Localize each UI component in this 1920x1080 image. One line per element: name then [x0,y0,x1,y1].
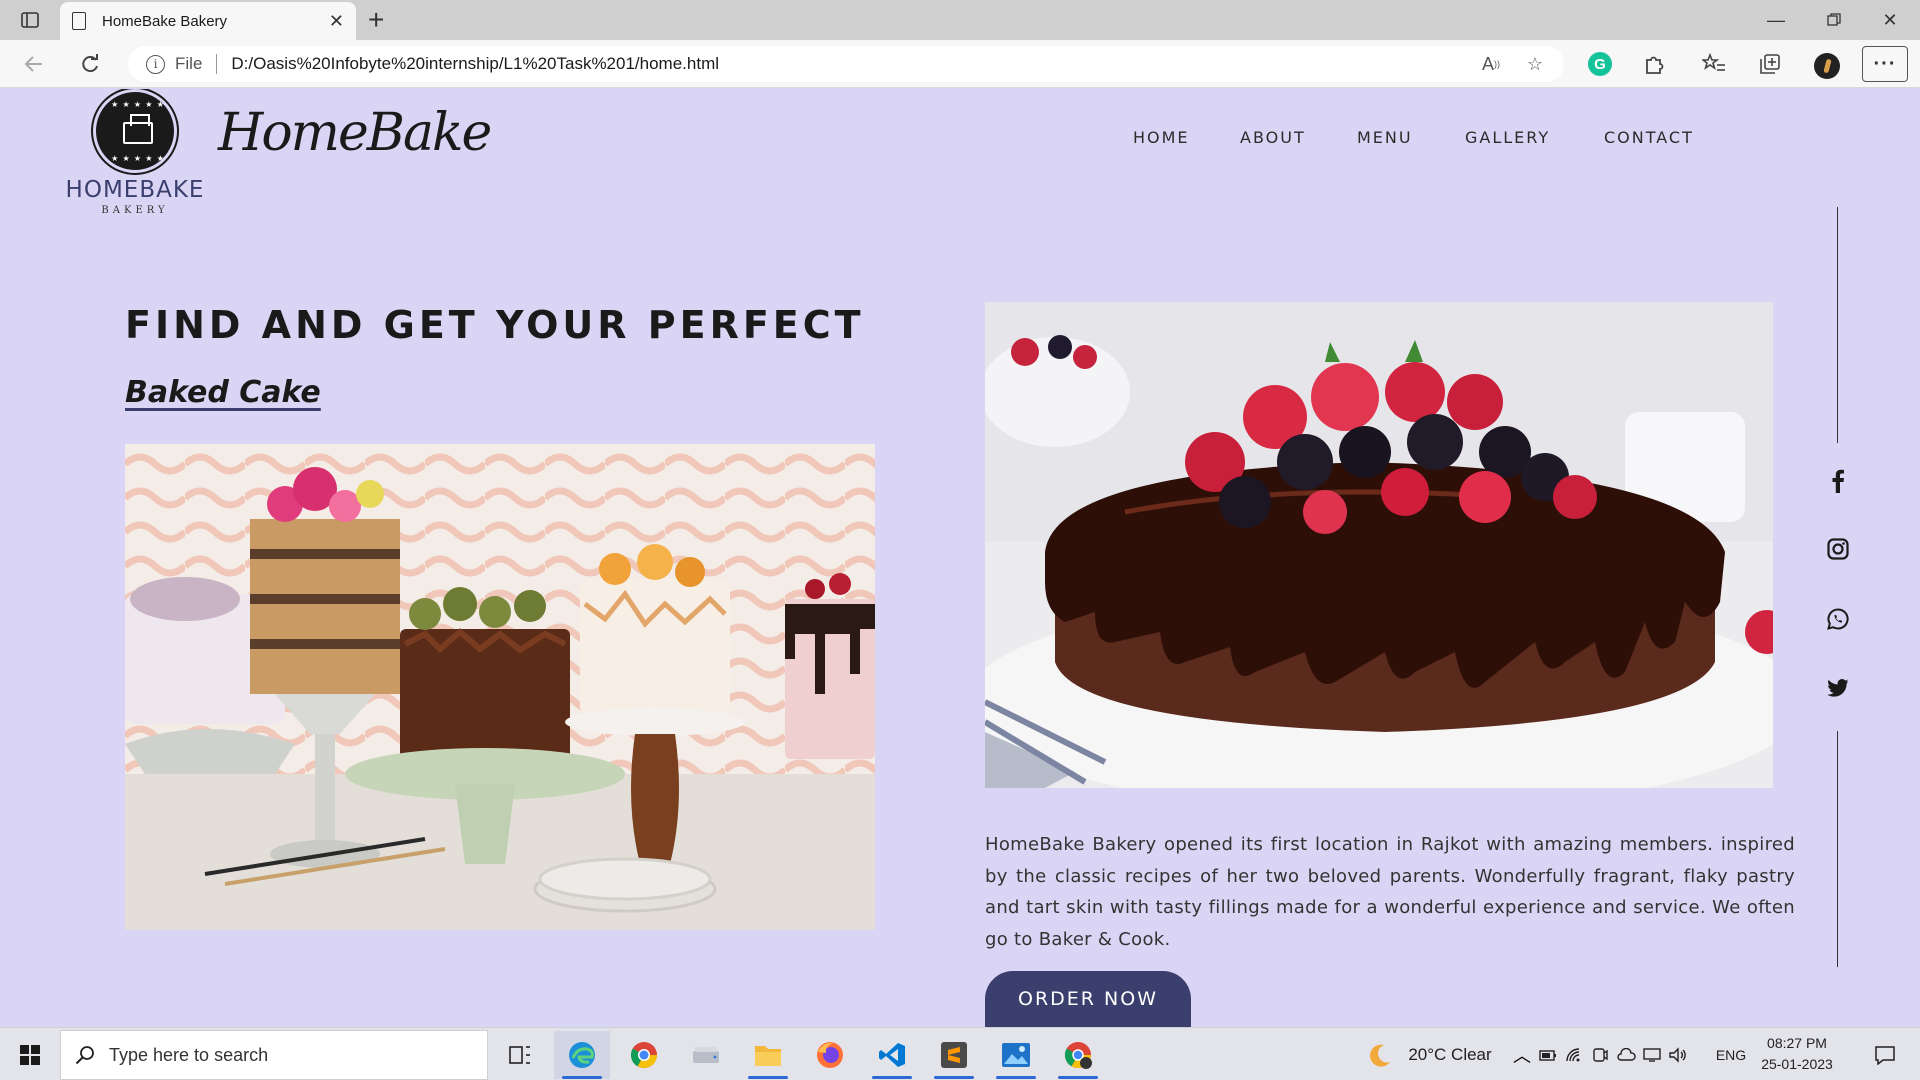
sublime-text-icon [941,1042,967,1068]
nav-menu[interactable]: MENU [1357,128,1413,147]
grammarly-extension-icon[interactable]: G [1588,52,1612,76]
favorites-button[interactable] [1696,48,1732,80]
facebook-icon[interactable] [1820,463,1856,499]
chevron-up-icon[interactable]: ︿ [1510,1028,1534,1080]
task-view-button[interactable] [492,1031,548,1079]
taskbar-photos[interactable] [988,1031,1044,1079]
display-icon[interactable] [1640,1028,1664,1080]
extensions-button[interactable] [1636,48,1672,80]
restore-icon [1827,13,1841,26]
notification-center-button[interactable] [1864,1028,1906,1080]
page-content: ★ ★ ★ ★ ★ ★ ★ ★ ★ ★ HOMEBAKE BAKERY Home… [0,89,1920,1027]
logo-tagline: BAKERY [101,205,169,216]
nav-home[interactable]: HOME [1133,128,1190,147]
cakes-display-image [125,444,875,930]
browser-toolbar: i File D:/Oasis%20Infobyte%20internship/… [0,40,1920,88]
taskbar-edge[interactable] [554,1031,610,1079]
profile-avatar[interactable] [1814,53,1840,79]
volume-icon[interactable] [1666,1028,1690,1080]
language-indicator[interactable]: ENG [1712,1028,1750,1080]
social-divider-bottom [1837,731,1838,967]
url-text[interactable]: D:/Oasis%20Infobyte%20internship/L1%20Ta… [231,54,1476,74]
address-bar[interactable]: i File D:/Oasis%20Infobyte%20internship/… [128,46,1564,82]
weather-text[interactable]: 20°C Clear [1402,1028,1498,1080]
refresh-icon [82,54,98,73]
clock-time: 08:27 PM [1767,1035,1827,1051]
taskbar-vscode[interactable] [864,1031,920,1079]
search-icon [75,1046,94,1065]
tab-title: HomeBake Bakery [102,12,228,30]
about-description: HomeBake Bakery opened its first locatio… [985,834,1795,950]
minimize-button[interactable]: — [1748,0,1804,40]
nav-about[interactable]: ABOUT [1240,128,1306,147]
battery-icon[interactable] [1536,1028,1560,1080]
tab-actions-icon [21,12,39,28]
clock-date: 25-01-2023 [1761,1056,1833,1072]
meet-now-icon[interactable] [1588,1028,1612,1080]
cake-badge-icon: ★ ★ ★ ★ ★ ★ ★ ★ ★ ★ [93,89,177,173]
tab-close-icon[interactable]: ✕ [329,11,344,32]
taskbar-search[interactable]: Type here to search [60,1030,488,1080]
chocolate-cake-image [985,302,1773,788]
collections-button[interactable] [1752,48,1788,80]
task-view-icon [509,1046,530,1064]
collections-icon [1760,54,1780,74]
windows-taskbar: Type here to search 20°C Clear ︿ ENG 08:… [0,1027,1920,1080]
wifi-icon[interactable] [1562,1028,1586,1080]
firefox-icon [817,1042,843,1068]
nav-contact[interactable]: CONTACT [1604,128,1694,147]
puzzle-icon [1646,56,1664,74]
site-logo[interactable]: ★ ★ ★ ★ ★ ★ ★ ★ ★ ★ HOMEBAKE BAKERY [60,89,210,216]
twitter-icon[interactable] [1820,670,1856,706]
site-info-icon[interactable]: i [146,54,165,74]
taskbar-sublime[interactable] [926,1031,982,1079]
back-button[interactable] [16,48,52,80]
hero-subheading: Baked Cake [125,375,321,410]
social-divider-top [1837,207,1838,443]
start-button[interactable] [10,1028,50,1080]
refresh-button[interactable] [72,48,108,80]
taskbar-drive[interactable] [678,1031,734,1079]
url-scheme: File [175,54,203,73]
url-separator [216,54,218,74]
close-window-button[interactable]: ✕ [1862,0,1918,40]
tab-actions-button[interactable] [12,6,48,34]
settings-more-button[interactable]: ··· [1862,46,1908,82]
whatsapp-icon[interactable] [1820,601,1856,637]
script-wordmark: HomeBake [218,103,492,163]
logo-name: HOMEBAKE [65,177,205,203]
order-now-button[interactable]: ORDER NOW [985,971,1191,1027]
read-aloud-icon[interactable]: A)) [1476,49,1506,79]
photos-icon [1002,1043,1030,1067]
taskbar-chrome[interactable] [616,1031,672,1079]
browser-tab[interactable]: HomeBake Bakery ✕ [60,2,356,40]
taskbar-clock[interactable]: 08:27 PM 25-01-2023 [1752,1033,1842,1075]
weather-moon-icon[interactable] [1362,1028,1396,1080]
instagram-icon[interactable] [1820,531,1856,567]
hero-heading: FIND AND GET YOUR PERFECT [125,303,865,347]
new-tab-button[interactable]: + [368,4,384,36]
taskbar-firefox[interactable] [802,1031,858,1079]
search-placeholder: Type here to search [109,1044,269,1065]
onedrive-cloud-icon[interactable] [1614,1028,1638,1080]
restore-button[interactable] [1806,0,1862,40]
back-arrow-icon [24,56,42,72]
favorite-star-icon[interactable]: ☆ [1520,49,1550,79]
vscode-icon [879,1043,905,1067]
taskbar-chrome-profile[interactable] [1050,1031,1106,1079]
chrome-icon [630,1042,658,1069]
browser-tab-strip: HomeBake Bakery ✕ + — ✕ [0,0,1920,40]
page-document-icon [72,12,86,30]
chrome-profile-icon [1064,1042,1092,1069]
folder-icon [755,1046,781,1066]
notification-icon [1875,1045,1895,1065]
nav-gallery[interactable]: GALLERY [1465,128,1550,147]
favorites-list-icon [1702,53,1725,71]
disk-drive-icon [693,1047,719,1063]
edge-icon [569,1042,595,1068]
windows-logo-icon [20,1044,40,1065]
taskbar-file-explorer[interactable] [740,1031,796,1079]
